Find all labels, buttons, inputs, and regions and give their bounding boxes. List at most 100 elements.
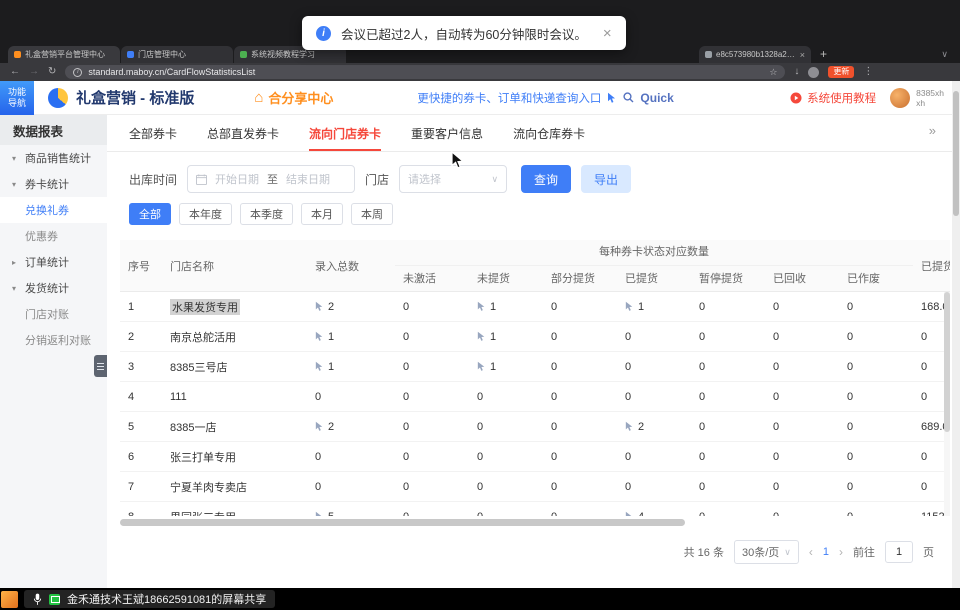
pointer-icon [315, 361, 324, 372]
cell-total[interactable]: 5 [307, 502, 395, 516]
cell-total[interactable]: 2 [307, 292, 395, 321]
collapse-panel-button[interactable]: » [929, 123, 936, 138]
cell-value: 0 [699, 361, 705, 373]
cell-value: 0 [699, 391, 705, 403]
close-icon[interactable]: × [603, 25, 612, 42]
refresh-icon[interactable]: ↻ [48, 67, 56, 77]
sharer-avatar [1, 591, 18, 608]
content-tab[interactable]: 全部券卡 [129, 115, 177, 151]
table-row[interactable]: 8果园张三专用500040001152.0 [120, 502, 950, 516]
cell-value: 0 [403, 301, 409, 313]
cell-value: 0 [847, 331, 853, 343]
browser-update-button[interactable]: 更新 [828, 66, 854, 78]
sidebar-title: 数据报表 [0, 115, 107, 145]
table-row[interactable]: 7宁夏羊肉专卖店000000000 [120, 472, 950, 502]
sidebar-item[interactable]: 分销返利对账 [0, 327, 107, 353]
cell-seq: 4 [120, 382, 162, 411]
tutorial-link[interactable]: 系统使用教程 [790, 90, 876, 106]
sidebar-item[interactable]: ▾发货统计 [0, 275, 107, 301]
cell-value: 0 [773, 481, 779, 493]
quick-range-chip[interactable]: 本年度 [179, 203, 232, 225]
site-info-icon[interactable]: i [73, 68, 82, 77]
content-tab[interactable]: 流向门店券卡 [309, 115, 381, 151]
bookmark-star-icon[interactable]: ☆ [769, 67, 777, 78]
cell-value: 2 [328, 301, 334, 313]
cell-total[interactable]: 1 [307, 352, 395, 381]
table-row[interactable]: 2南京总舵活用101000000 [120, 322, 950, 352]
cell-total[interactable]: 1 [307, 322, 395, 351]
date-range-input[interactable]: 开始日期 至 结束日期 [187, 165, 355, 193]
share-status-pill: 金禾通技术王斌18662591081的屏幕共享 [24, 590, 275, 608]
page-size-select[interactable]: 30条/页 ∨ [734, 540, 799, 564]
sidebar-item[interactable]: ▾商品销售统计 [0, 145, 107, 171]
new-tab-button[interactable]: + [820, 47, 827, 61]
table-row[interactable]: 1水果发货专用20101000168.0 [120, 292, 950, 322]
sidebar-item-label: 订单统计 [25, 254, 69, 270]
cell-status[interactable]: 1 [469, 352, 543, 381]
jump-page-input[interactable]: 1 [885, 541, 913, 563]
content-tab[interactable]: 重要客户信息 [411, 115, 483, 151]
table-row[interactable]: 4111000000000 [120, 382, 950, 412]
page-size-value: 30条/页 [742, 544, 779, 560]
tab-favicon [240, 51, 247, 58]
table-row[interactable]: 58385一店20002000689.0 [120, 412, 950, 442]
export-button[interactable]: 导出 [581, 165, 631, 193]
cell-status[interactable]: 1 [469, 322, 543, 351]
table-horizontal-scrollbar[interactable] [120, 519, 950, 526]
cell-status: 0 [543, 292, 617, 321]
share-center-link[interactable]: ⌂ 合分享中心 [254, 88, 333, 107]
sidebar-item[interactable]: ▾券卡统计 [0, 171, 107, 197]
cell-status[interactable]: 4 [617, 502, 691, 516]
sidebar-collapse-handle[interactable] [94, 355, 107, 377]
browser-tab[interactable]: 礼盒营销平台管理中心 [8, 46, 120, 63]
download-icon[interactable]: ↓ [794, 67, 799, 77]
quick-range-chip[interactable]: 全部 [129, 203, 171, 225]
function-nav-button[interactable]: 功能 导航 [0, 81, 34, 115]
quick-range-chip[interactable]: 本周 [351, 203, 393, 225]
forward-icon[interactable]: → [29, 67, 39, 77]
table-header: 序号 门店名称 录入总数 每种券卡状态对应数量 未激活未提货部分提货已提货暂停提… [120, 240, 950, 292]
browser-menu-icon[interactable]: ⋮ [863, 67, 873, 77]
cell-value: 0 [847, 391, 853, 403]
page-scrollbar[interactable] [952, 81, 960, 588]
sidebar-item[interactable]: 优惠券 [0, 223, 107, 249]
browser-tab[interactable]: e8c573980b1328a258fd2a6il × [699, 46, 811, 63]
url-text[interactable]: standard.maboy.cn/CardFlowStatisticsList [88, 67, 763, 77]
cell-total[interactable]: 2 [307, 412, 395, 441]
quick-range-chip[interactable]: 本季度 [240, 203, 293, 225]
tab-title: e8c573980b1328a258fd2a6il [716, 50, 796, 59]
cell-status: 0 [765, 412, 839, 441]
sidebar-item[interactable]: 门店对账 [0, 301, 107, 327]
tab-search-chevron-icon[interactable]: ∨ [941, 49, 948, 60]
start-date-placeholder[interactable]: 开始日期 [215, 171, 259, 187]
browser-tab[interactable]: 门店管理中心 [121, 46, 233, 63]
search-button[interactable]: 查询 [521, 165, 571, 193]
cell-status: 0 [691, 322, 765, 351]
table-vertical-scrollbar[interactable] [944, 292, 950, 516]
tab-close-icon[interactable]: × [800, 50, 805, 60]
cell-status[interactable]: 1 [617, 292, 691, 321]
sidebar-item[interactable]: ▸订单统计 [0, 249, 107, 275]
screen-share-bar: 金禾通技术王斌18662591081的屏幕共享 [0, 588, 960, 610]
table-row[interactable]: 38385三号店101000000 [120, 352, 950, 382]
back-icon[interactable]: ← [10, 67, 20, 77]
quick-label[interactable]: Quick [640, 91, 673, 105]
end-date-placeholder[interactable]: 结束日期 [286, 171, 330, 187]
quick-entry-link[interactable]: 更快捷的券卡、订单和快递查询入口 [417, 90, 601, 106]
url-bar[interactable]: i standard.maboy.cn/CardFlowStatisticsLi… [65, 65, 785, 79]
content-tab[interactable]: 总部直发券卡 [207, 115, 279, 151]
cell-status[interactable]: 2 [617, 412, 691, 441]
page-number-current[interactable]: 1 [823, 546, 829, 558]
cell-status: 0 [691, 382, 765, 411]
tab-favicon [705, 51, 712, 58]
quick-range-chip[interactable]: 本月 [301, 203, 343, 225]
content-tab[interactable]: 流向仓库券卡 [513, 115, 585, 151]
next-page-button[interactable]: › [839, 545, 843, 559]
user-avatar[interactable] [890, 88, 910, 108]
cell-status: 0 [765, 442, 839, 471]
browser-profile-avatar[interactable] [808, 67, 819, 78]
prev-page-button[interactable]: ‹ [809, 545, 813, 559]
table-row[interactable]: 6张三打单专用000000000 [120, 442, 950, 472]
sidebar-item[interactable]: 兑换礼券 [0, 197, 107, 223]
cell-status[interactable]: 1 [469, 292, 543, 321]
